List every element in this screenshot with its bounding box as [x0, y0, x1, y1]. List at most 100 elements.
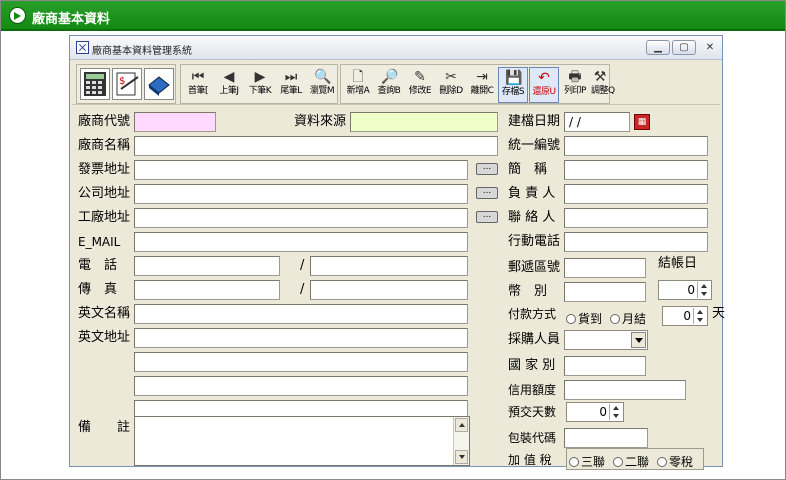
remarks-scrollbar[interactable]	[453, 417, 469, 465]
factory-address-label: 工廠地址	[78, 210, 131, 225]
phone-ext-input[interactable]	[310, 256, 468, 276]
settings-button[interactable]: ⚒ 調整Q	[591, 67, 615, 103]
data-source-label: 資料來源	[294, 114, 347, 129]
payment-monthly-radio[interactable]: 月結	[610, 310, 646, 327]
vat-radio-group: 三聯 二聯 零稅	[566, 448, 704, 470]
undo-button[interactable]: ↶ 還原U	[529, 67, 559, 103]
next-record-button[interactable]: ▶ 下筆K	[245, 67, 275, 103]
spin-arrows-icon[interactable]	[697, 282, 710, 298]
app-icon	[76, 41, 89, 54]
package-code-label: 包裝代碼	[508, 431, 557, 445]
browse-icon: 🔍	[314, 69, 332, 85]
last-record-button[interactable]: ⏭ 尾筆L	[276, 67, 306, 103]
invoice-address-input[interactable]	[134, 160, 468, 180]
print-button[interactable]: 🖶 列印P	[560, 67, 590, 103]
scroll-down-icon[interactable]	[455, 450, 468, 464]
vat-triplicate-label: 三聯	[581, 455, 606, 469]
email-input[interactable]	[134, 232, 468, 252]
query-icon: 🔎	[381, 69, 399, 85]
calculator-icon	[84, 72, 106, 96]
contact-label: 聯 絡 人	[508, 210, 556, 225]
company-address-lookup-button[interactable]: ...	[476, 187, 498, 199]
edit-button[interactable]: ✎ 修改E	[405, 67, 435, 103]
payment-cod-radio[interactable]: 貨到	[566, 310, 602, 327]
save-icon: 💾	[505, 70, 523, 86]
short-name-input[interactable]	[564, 160, 708, 180]
payment-days-unit: 天	[712, 306, 726, 321]
vat-zero-label: 零稅	[669, 455, 694, 469]
english-address-line3-input[interactable]	[134, 376, 468, 396]
payment-days-stepper[interactable]: 0	[662, 306, 708, 326]
toolbar-group-navigation: ⏮ 首筆[ ◀ 上筆J ▶ 下筆K ⏭ 尾筆L 🔍 瀏覽M	[180, 64, 338, 104]
chevron-down-icon[interactable]	[631, 332, 646, 348]
fax-ext-input[interactable]	[310, 280, 468, 300]
package-code-input[interactable]	[564, 428, 648, 448]
exit-button[interactable]: ⇥ 離開C	[467, 67, 497, 103]
currency-input[interactable]	[564, 282, 646, 302]
invoice-address-lookup-button[interactable]: ...	[476, 163, 498, 175]
tax-id-input[interactable]	[564, 136, 708, 156]
currency-label: 幣 別	[508, 284, 548, 299]
zip-input[interactable]	[564, 258, 646, 278]
browse-button[interactable]: 🔍 瀏覽M	[307, 67, 337, 103]
country-input[interactable]	[564, 356, 646, 376]
person-in-charge-input[interactable]	[564, 184, 708, 204]
spin-arrows-icon[interactable]	[693, 308, 706, 324]
notes-button[interactable]: $	[112, 68, 142, 100]
undo-label: 還原U	[532, 87, 556, 97]
credit-limit-input[interactable]	[564, 380, 686, 400]
fax-input[interactable]	[134, 280, 280, 300]
first-record-button[interactable]: ⏮ 首筆[	[183, 67, 213, 103]
undo-icon: ↶	[538, 70, 550, 86]
delete-label: 刪除D	[439, 86, 463, 96]
calculator-button[interactable]	[80, 68, 110, 100]
data-source-input[interactable]	[350, 112, 498, 132]
vat-zero-radio[interactable]: 零稅	[657, 453, 693, 470]
first-record-label: 首筆[	[187, 86, 209, 96]
prepay-days-value: 0	[599, 405, 607, 419]
factory-address-lookup-button[interactable]: ...	[476, 211, 498, 223]
prev-record-button[interactable]: ◀ 上筆J	[214, 67, 244, 103]
spin-arrows-icon[interactable]	[609, 404, 622, 420]
phone-input[interactable]	[134, 256, 280, 276]
maximize-button[interactable]: ▢	[672, 40, 696, 55]
delete-button[interactable]: ✂ 刪除D	[436, 67, 466, 103]
prepay-days-stepper[interactable]: 0	[566, 402, 624, 422]
purchaser-select[interactable]	[564, 330, 648, 350]
english-name-input[interactable]	[134, 304, 468, 324]
english-address-line1-input[interactable]	[134, 328, 468, 348]
edit-label: 修改E	[408, 86, 432, 96]
radio-icon	[566, 314, 576, 324]
scroll-up-icon[interactable]	[455, 418, 468, 432]
last-record-label: 尾筆L	[280, 86, 302, 96]
page-frame: 廠商基本資料 廠商基本資料管理系統 ▁ ▢ ✕ $ ⏮ 首筆[◀ 上筆J ▶ …	[0, 0, 786, 480]
contact-input[interactable]	[564, 208, 708, 228]
factory-address-input[interactable]	[134, 208, 468, 228]
close-button[interactable]: ✕	[698, 40, 722, 55]
notes-icon: $	[116, 72, 139, 96]
tax-id-label: 統一編號	[508, 138, 561, 153]
created-date-input[interactable]: / /	[564, 112, 630, 132]
book-button[interactable]	[144, 68, 174, 100]
vendor-code-input[interactable]	[134, 112, 216, 132]
book-icon	[148, 76, 170, 96]
closing-day-stepper[interactable]: 0	[658, 280, 712, 300]
calendar-icon[interactable]: ▦	[634, 114, 650, 130]
remarks-textarea[interactable]	[134, 416, 470, 466]
minimize-button[interactable]: ▁	[646, 40, 670, 55]
vendor-name-input[interactable]	[134, 136, 498, 156]
app-window: 廠商基本資料管理系統 ▁ ▢ ✕ $ ⏮ 首筆[ ◀ 上筆J ▶ 下筆K ⏭ 尾…	[69, 35, 726, 470]
english-address-line2-input[interactable]	[134, 352, 468, 372]
query-button[interactable]: 🔎 查詢B	[374, 67, 404, 103]
last-record-icon: ⏭	[284, 69, 298, 85]
phone-label: 電 話	[78, 258, 118, 273]
vat-duplicate-radio[interactable]: 二聯	[613, 453, 649, 470]
save-button[interactable]: 💾 存檔S	[498, 67, 528, 103]
vendor-form: 廠商代號 資料來源 廠商名稱 發票地址 ... 公司地址 ... 工廠地址 ..…	[72, 106, 726, 470]
vat-triplicate-radio[interactable]: 三聯	[569, 453, 605, 470]
company-address-input[interactable]	[134, 184, 468, 204]
email-label: E_MAIL	[78, 235, 121, 249]
mobile-input[interactable]	[564, 232, 708, 252]
closing-day-value: 0	[687, 283, 695, 297]
new-button[interactable]: 🗋 新增A	[343, 67, 373, 103]
